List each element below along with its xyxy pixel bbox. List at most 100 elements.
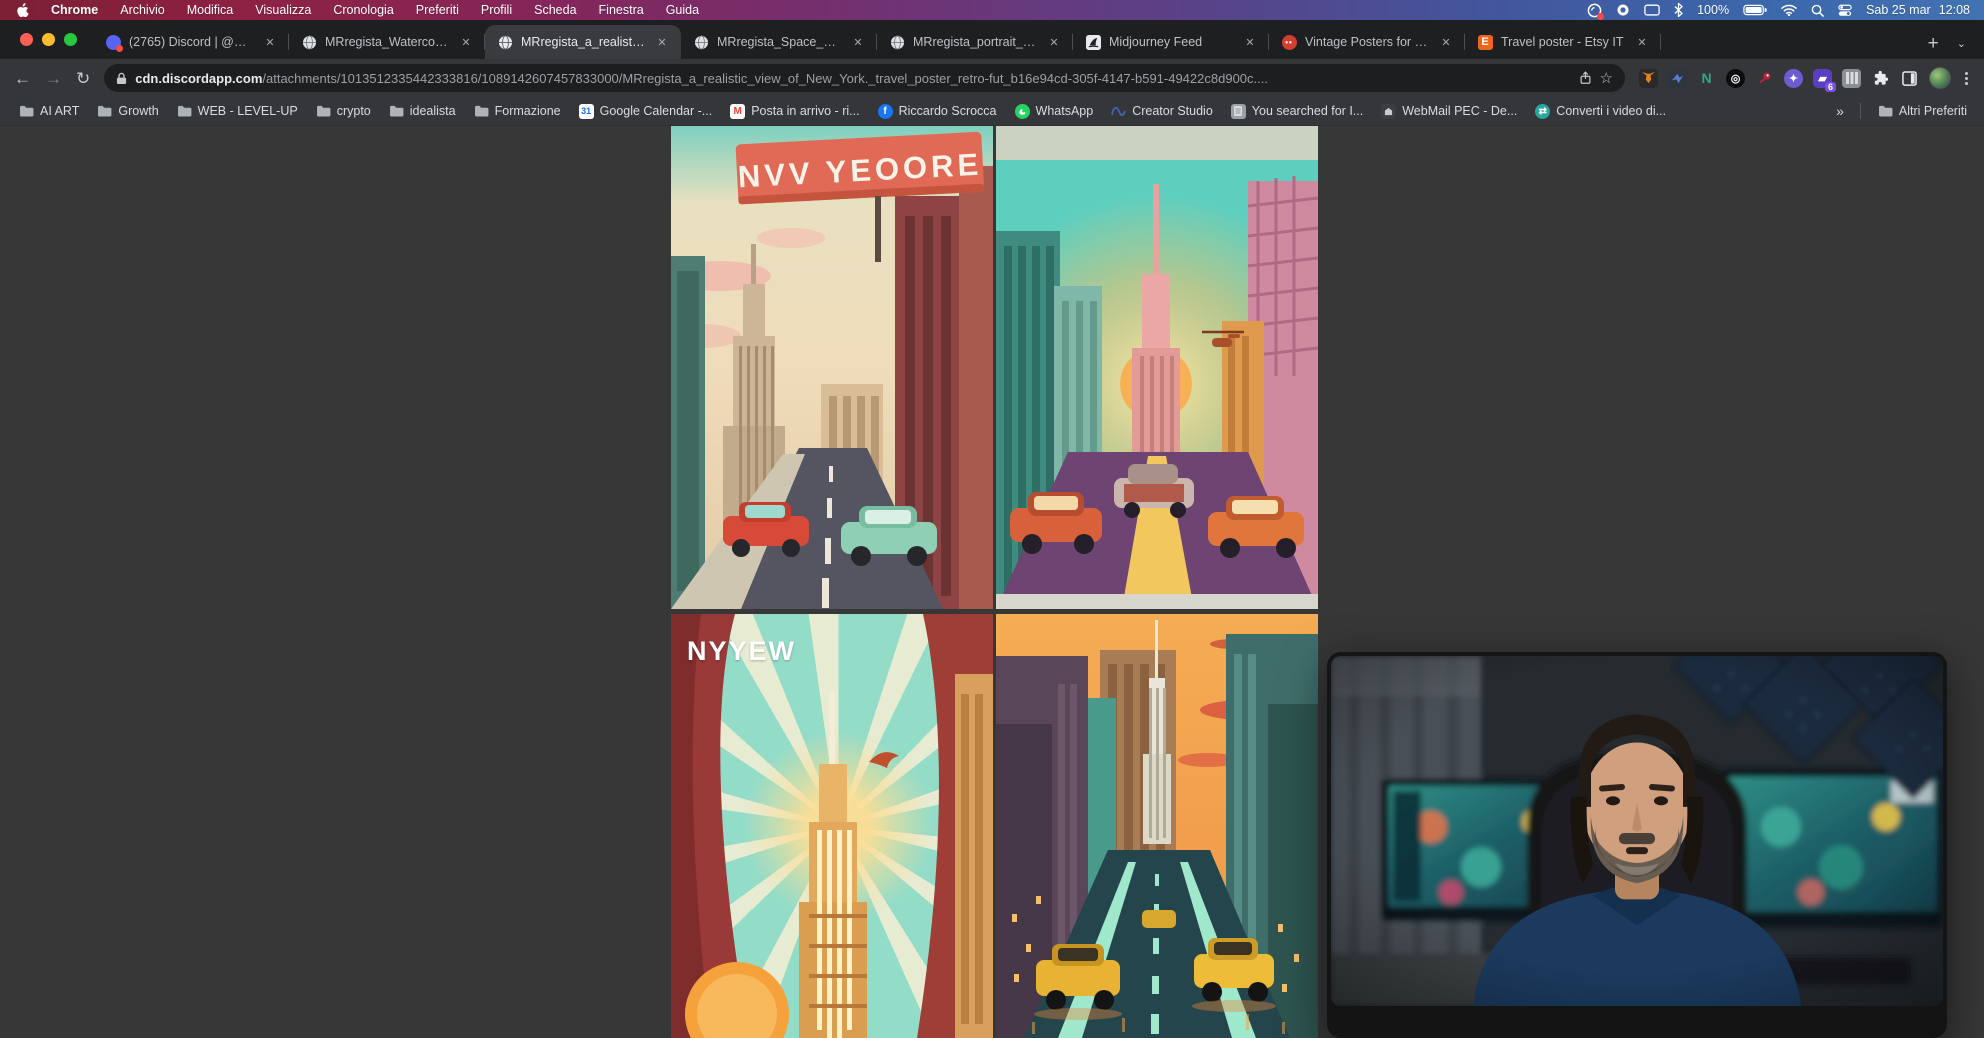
menu-preferiti[interactable]: Preferiti xyxy=(416,3,459,17)
poster-title-text: NYYEW xyxy=(687,636,796,667)
forward-button[interactable]: → xyxy=(45,70,62,87)
bookmark-gmail-inbox[interactable]: M Posta in arrivo - ri... xyxy=(723,101,866,122)
menu-visualizza[interactable]: Visualizza xyxy=(255,3,311,17)
globe-favicon-icon xyxy=(301,34,317,50)
shield-menu-icon[interactable] xyxy=(1616,3,1630,17)
spotlight-search-icon[interactable] xyxy=(1811,4,1824,17)
bookmark-webmail-pec[interactable]: WebMail PEC - De... xyxy=(1374,101,1524,122)
sidebar-panel-icon[interactable] xyxy=(1900,69,1919,88)
close-tab-icon[interactable]: ✕ xyxy=(653,33,671,51)
bookmark-converti-video[interactable]: ⇄ Converti i video di... xyxy=(1528,101,1673,122)
menu-archivio[interactable]: Archivio xyxy=(120,3,164,17)
tab-discord[interactable]: (2765) Discord | @Midjou ✕ xyxy=(93,25,289,59)
menu-guida[interactable]: Guida xyxy=(666,3,699,17)
tab-etsy[interactable]: E Travel poster - Etsy IT ✕ xyxy=(1465,25,1661,59)
tab-watercolor[interactable]: MRregista_Watercolor_Pa ✕ xyxy=(289,25,485,59)
globe-favicon-icon xyxy=(889,34,905,50)
profile-avatar[interactable] xyxy=(1929,67,1951,89)
menu-scheda[interactable]: Scheda xyxy=(534,3,576,17)
folder-icon xyxy=(177,104,192,119)
bookmark-whatsapp[interactable]: WhatsApp xyxy=(1008,101,1101,122)
minimize-window-button[interactable] xyxy=(42,33,55,46)
close-tab-icon[interactable]: ✕ xyxy=(1633,33,1651,51)
apple-menu-icon[interactable] xyxy=(16,3,29,18)
close-tab-icon[interactable]: ✕ xyxy=(1045,33,1063,51)
folder-icon xyxy=(19,104,34,119)
facecam-overlay xyxy=(1327,652,1947,1038)
bookmark-folder-growth[interactable]: Growth xyxy=(90,101,165,122)
bookmark-folder-ai-art[interactable]: AI ART xyxy=(12,101,86,122)
display-icon[interactable] xyxy=(1644,4,1660,17)
bookmark-folder-formazione[interactable]: Formazione xyxy=(467,101,568,122)
back-button[interactable]: ← xyxy=(14,70,31,87)
tab-realistic-view-active[interactable]: MRregista_a_realistic_vie ✕ xyxy=(485,25,681,59)
zoom-window-button[interactable] xyxy=(64,33,77,46)
facecam-video xyxy=(1331,656,1943,1006)
close-tab-icon[interactable]: ✕ xyxy=(261,33,279,51)
webmail-icon xyxy=(1381,104,1396,119)
globe-favicon-icon xyxy=(693,34,709,50)
new-tab-button[interactable]: + xyxy=(1928,34,1939,53)
meta-icon xyxy=(1111,104,1126,119)
chrome-menu-icon[interactable] xyxy=(1961,72,1972,85)
battery-percent: 100% xyxy=(1697,3,1729,17)
menu-modifica[interactable]: Modifica xyxy=(187,3,234,17)
bookmark-folder-web-level-up[interactable]: WEB - LEVEL-UP xyxy=(170,101,305,122)
bookmarks-overflow-chevron[interactable]: » xyxy=(1830,103,1850,119)
metamask-extension-icon[interactable] xyxy=(1639,69,1658,88)
menu-clock[interactable]: Sab 25 mar 12:08 xyxy=(1866,3,1970,17)
tab-space-adventure[interactable]: MRregista_Space_Advent ✕ xyxy=(681,25,877,59)
menu-cronologia[interactable]: Cronologia xyxy=(333,3,393,17)
key-extension-icon[interactable] xyxy=(1755,69,1774,88)
close-window-button[interactable] xyxy=(20,33,33,46)
purple-extension-icon[interactable]: ✦ xyxy=(1784,69,1803,88)
close-tab-icon[interactable]: ✕ xyxy=(1437,33,1455,51)
battery-icon[interactable] xyxy=(1743,4,1767,16)
bookmark-you-searched[interactable]: You searched for I... xyxy=(1224,101,1370,122)
purple-badge-extension-icon[interactable]: ▰6 xyxy=(1813,69,1832,88)
reload-button[interactable]: ↻ xyxy=(76,70,90,87)
bookmark-google-calendar[interactable]: 31 Google Calendar -... xyxy=(572,101,720,122)
address-bar[interactable]: cdn.discordapp.com/attachments/101351233… xyxy=(104,64,1625,92)
close-tab-icon[interactable]: ✕ xyxy=(849,33,867,51)
url-text[interactable]: cdn.discordapp.com/attachments/101351233… xyxy=(135,71,1570,86)
convert-icon: ⇄ xyxy=(1535,104,1550,119)
tab-portrait[interactable]: MRregista_portrait_on_a ✕ xyxy=(877,25,1073,59)
recording-status-icon[interactable] xyxy=(1587,3,1602,18)
discord-favicon-icon xyxy=(105,34,121,50)
control-center-icon[interactable] xyxy=(1838,4,1852,17)
other-bookmarks-folder[interactable]: Altri Preferiti xyxy=(1871,101,1974,122)
n-extension-icon[interactable]: N xyxy=(1697,69,1716,88)
tab-midjourney-feed[interactable]: Midjourney Feed ✕ xyxy=(1073,25,1269,59)
menu-finestra[interactable]: Finestra xyxy=(599,3,644,17)
extensions-row: N ◎ ✦ ▰6 xyxy=(1639,67,1974,89)
bookmark-folder-crypto[interactable]: crypto xyxy=(309,101,378,122)
tab-vintage-posters[interactable]: •• Vintage Posters for Sale | ✕ xyxy=(1269,25,1465,59)
bookmark-folder-idealista[interactable]: idealista xyxy=(382,101,463,122)
close-tab-icon[interactable]: ✕ xyxy=(1241,33,1259,51)
window-controls xyxy=(0,20,93,59)
dark-circle-extension-icon[interactable]: ◎ xyxy=(1726,69,1745,88)
menu-profili[interactable]: Profili xyxy=(481,3,512,17)
menu-chrome[interactable]: Chrome xyxy=(51,3,98,17)
bluetooth-icon[interactable] xyxy=(1674,3,1683,17)
bookmark-star-icon[interactable]: ☆ xyxy=(1600,69,1613,87)
bookmark-facebook-profile[interactable]: f Riccardo Scrocca xyxy=(871,101,1004,122)
folder-icon xyxy=(316,104,331,119)
tab-search-chevron-icon[interactable]: ⌄ xyxy=(1957,37,1966,50)
facebook-icon: f xyxy=(878,104,893,119)
wifi-icon[interactable] xyxy=(1781,4,1797,16)
grid-extension-icon[interactable] xyxy=(1842,69,1861,88)
poster-top-left: NVV YEOORE xyxy=(671,126,993,609)
bookmarks-bar: AI ART Growth WEB - LEVEL-UP crypto idea… xyxy=(0,97,1984,126)
lock-icon[interactable] xyxy=(116,72,127,85)
close-tab-icon[interactable]: ✕ xyxy=(457,33,475,51)
share-icon[interactable] xyxy=(1579,71,1592,85)
macos-menu-bar: Chrome Archivio Modifica Visualizza Cron… xyxy=(0,0,1984,20)
folder-icon xyxy=(389,104,404,119)
bookmark-creator-studio[interactable]: Creator Studio xyxy=(1104,101,1220,122)
extensions-puzzle-icon[interactable] xyxy=(1871,69,1890,88)
calendar-icon: 31 xyxy=(579,104,594,119)
blue-wave-extension-icon[interactable] xyxy=(1668,69,1687,88)
midjourney-sail-favicon-icon xyxy=(1085,34,1101,50)
